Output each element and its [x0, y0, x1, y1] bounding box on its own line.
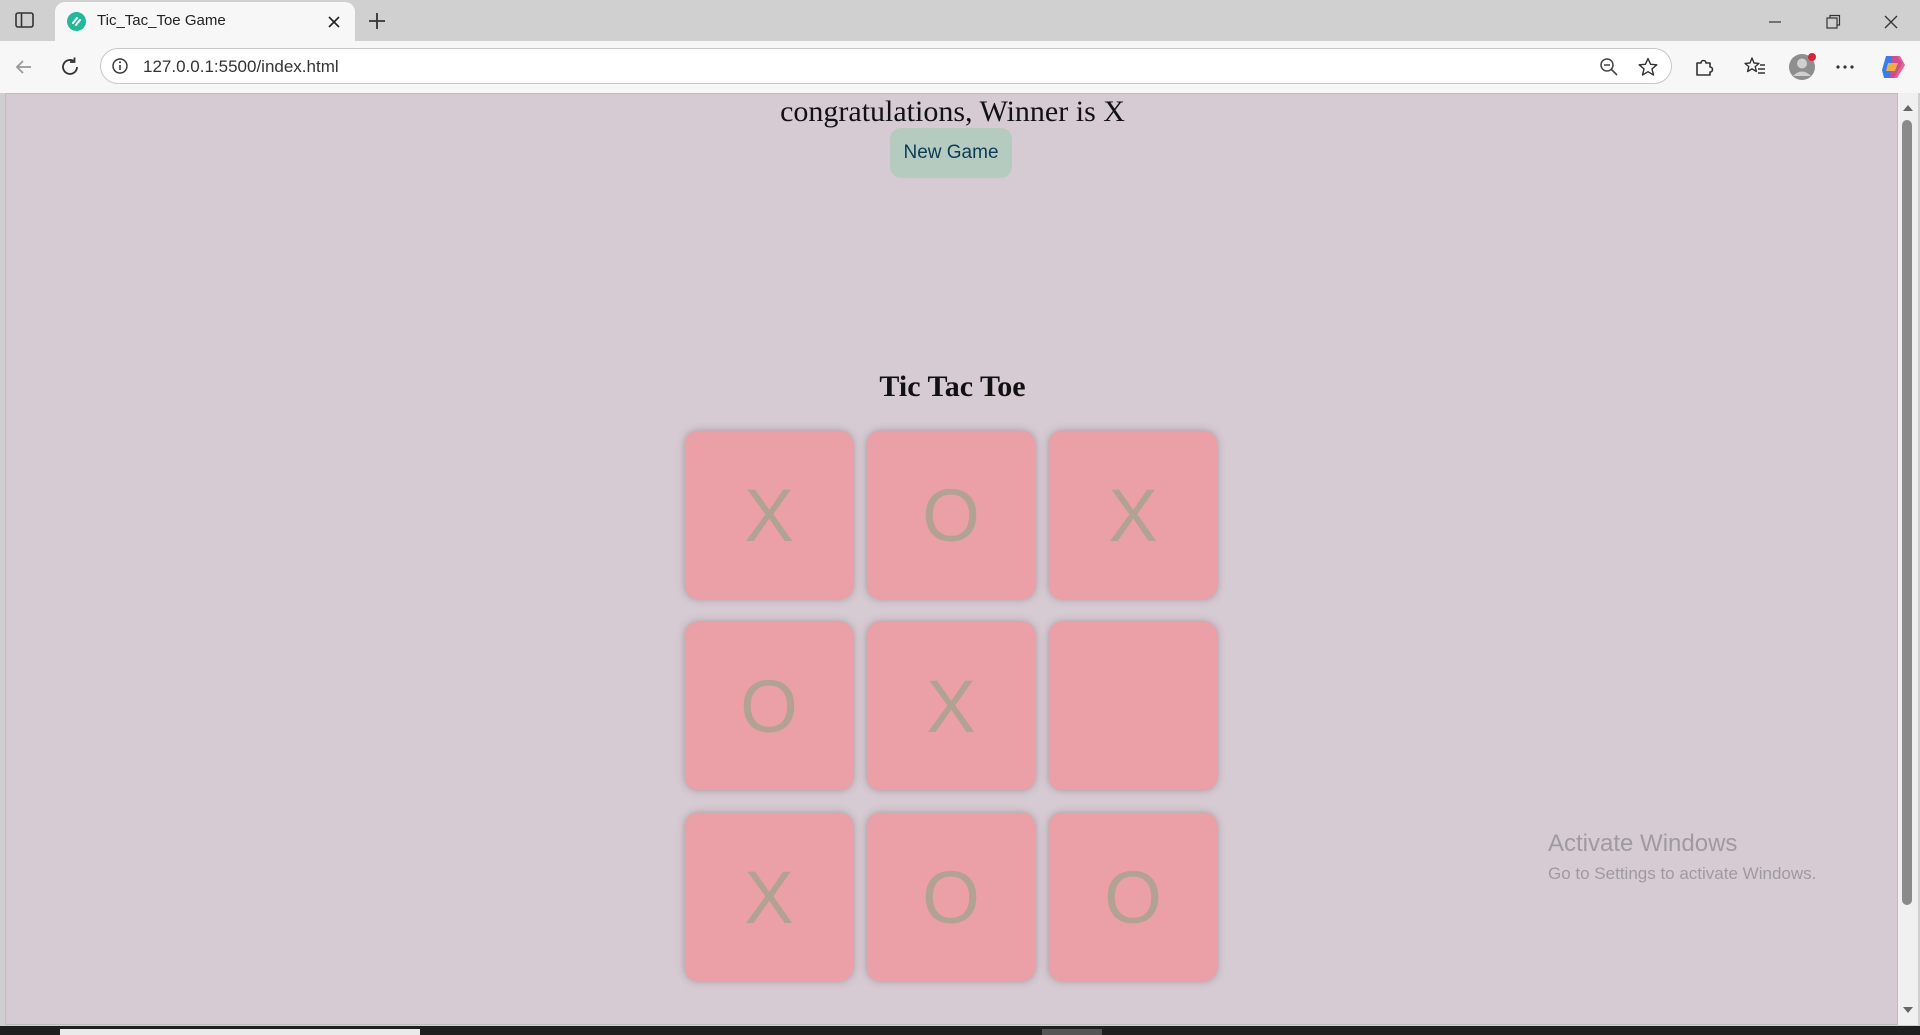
board-cell[interactable]: X [867, 622, 1035, 790]
watermark-title: Activate Windows [1548, 830, 1738, 857]
browser-titlebar: Tic_Tac_Toe Game [0, 0, 1920, 41]
profile-avatar-icon[interactable] [1787, 51, 1819, 83]
taskbar-segment [60, 1029, 420, 1035]
site-info-icon[interactable] [111, 57, 129, 75]
url-text[interactable]: 127.0.0.1:5500/index.html [143, 57, 339, 77]
taskbar-segment [1042, 1029, 1102, 1035]
board-cell[interactable]: O [867, 431, 1035, 599]
new-game-button[interactable]: New Game [890, 128, 1012, 178]
watermark-subtitle: Go to Settings to activate Windows. [1548, 864, 1817, 883]
copilot-icon[interactable] [1878, 52, 1908, 82]
tab-title: Tic_Tac_Toe Game [97, 12, 226, 29]
minimize-icon[interactable] [1765, 12, 1785, 32]
page-viewport: congratulations, Winner is X New Game Ti… [5, 93, 1898, 1025]
address-bar[interactable]: 127.0.0.1:5500/index.html [100, 48, 1672, 84]
favorites-icon[interactable] [1742, 54, 1768, 80]
board-cell[interactable]: X [1049, 431, 1217, 599]
board-cell[interactable]: O [685, 622, 853, 790]
winner-message: congratulations, Winner is X [780, 95, 1125, 128]
back-arrow-icon[interactable] [11, 54, 37, 80]
taskbar-edge [0, 1026, 1920, 1035]
game-board: X O X O X X O O [685, 431, 1221, 981]
windows-activation-watermark: Activate Windows Go to Settings to activ… [1548, 830, 1816, 884]
board-cell[interactable]: X [685, 813, 853, 981]
zoom-out-icon[interactable] [1599, 57, 1619, 77]
scroll-up-arrow-icon[interactable] [1900, 101, 1916, 113]
board-cell[interactable]: O [1049, 813, 1217, 981]
board-cell[interactable] [1049, 622, 1217, 790]
scroll-down-arrow-icon[interactable] [1900, 1003, 1916, 1015]
new-tab-icon[interactable] [365, 9, 389, 33]
sidebar-toggle-icon[interactable] [14, 10, 36, 30]
browser-toolbar: 127.0.0.1:5500/index.html [0, 41, 1920, 93]
scrollbar-thumb[interactable] [1902, 120, 1912, 905]
game-title: Tic Tac Toe [879, 370, 1026, 403]
extensions-icon[interactable] [1691, 54, 1717, 80]
close-window-icon[interactable] [1881, 12, 1901, 32]
board-cell[interactable]: O [867, 813, 1035, 981]
favorite-star-icon[interactable] [1637, 56, 1659, 78]
more-options-icon[interactable] [1832, 54, 1858, 80]
site-favicon-icon [67, 12, 86, 31]
refresh-icon[interactable] [57, 54, 83, 80]
restore-icon[interactable] [1823, 12, 1843, 32]
board-cell[interactable]: X [685, 431, 853, 599]
browser-tab[interactable]: Tic_Tac_Toe Game [55, 2, 355, 41]
close-tab-icon[interactable] [325, 13, 343, 31]
